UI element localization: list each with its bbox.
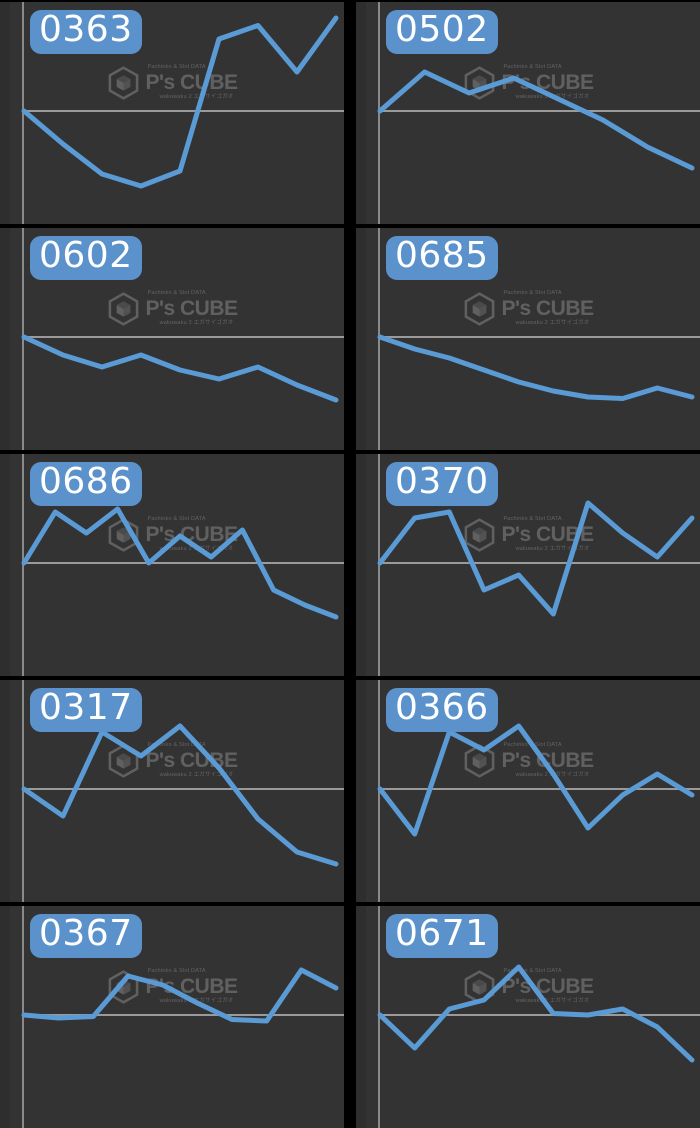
chart-card-0685[interactable]: Pachinko & Slot DATA P's CUBE wakuwaku 2… — [356, 228, 700, 450]
chart-id-badge-0370[interactable]: 0370 — [386, 462, 498, 506]
chart-id-badge-0602[interactable]: 0602 — [30, 236, 142, 280]
chart-card-0317[interactable]: Pachinko & Slot DATA P's CUBE wakuwaku 2… — [0, 680, 344, 902]
chart-card-0367[interactable]: Pachinko & Slot DATA P's CUBE wakuwaku 2… — [0, 906, 344, 1128]
chart-id-badge-0502[interactable]: 0502 — [386, 10, 498, 54]
chart-id-badge-0686[interactable]: 0686 — [30, 462, 142, 506]
chart-card-0671[interactable]: Pachinko & Slot DATA P's CUBE wakuwaku 2… — [356, 906, 700, 1128]
data-series-line — [377, 500, 695, 617]
chart-card-0686[interactable]: Pachinko & Slot DATA P's CUBE wakuwaku 2… — [0, 454, 344, 676]
chart-card-0366[interactable]: Pachinko & Slot DATA P's CUBE wakuwaku 2… — [356, 680, 700, 902]
chart-id-badge-0685[interactable]: 0685 — [386, 236, 498, 280]
chart-grid: Pachinko & Slot DATA P's CUBE wakuwaku 2… — [0, 0, 700, 1128]
data-series-line — [377, 69, 695, 171]
data-series-line — [21, 506, 339, 620]
chart-id-badge-0317[interactable]: 0317 — [30, 688, 142, 732]
data-series-line — [377, 334, 695, 401]
chart-card-0370[interactable]: Pachinko & Slot DATA P's CUBE wakuwaku 2… — [356, 454, 700, 676]
chart-id-badge-0671[interactable]: 0671 — [386, 914, 498, 958]
chart-card-0602[interactable]: Pachinko & Slot DATA P's CUBE wakuwaku 2… — [0, 228, 344, 450]
chart-card-0502[interactable]: Pachinko & Slot DATA P's CUBE wakuwaku 2… — [356, 2, 700, 224]
chart-id-badge-0367[interactable]: 0367 — [30, 914, 142, 958]
data-series-line — [21, 967, 339, 1024]
chart-id-badge-0363[interactable]: 0363 — [30, 10, 142, 54]
data-series-line — [377, 723, 695, 837]
data-series-line — [377, 964, 695, 1063]
data-series-line — [21, 723, 339, 867]
chart-id-badge-0366[interactable]: 0366 — [386, 688, 498, 732]
data-series-line — [21, 334, 339, 403]
chart-card-0363[interactable]: Pachinko & Slot DATA P's CUBE wakuwaku 2… — [0, 2, 344, 224]
